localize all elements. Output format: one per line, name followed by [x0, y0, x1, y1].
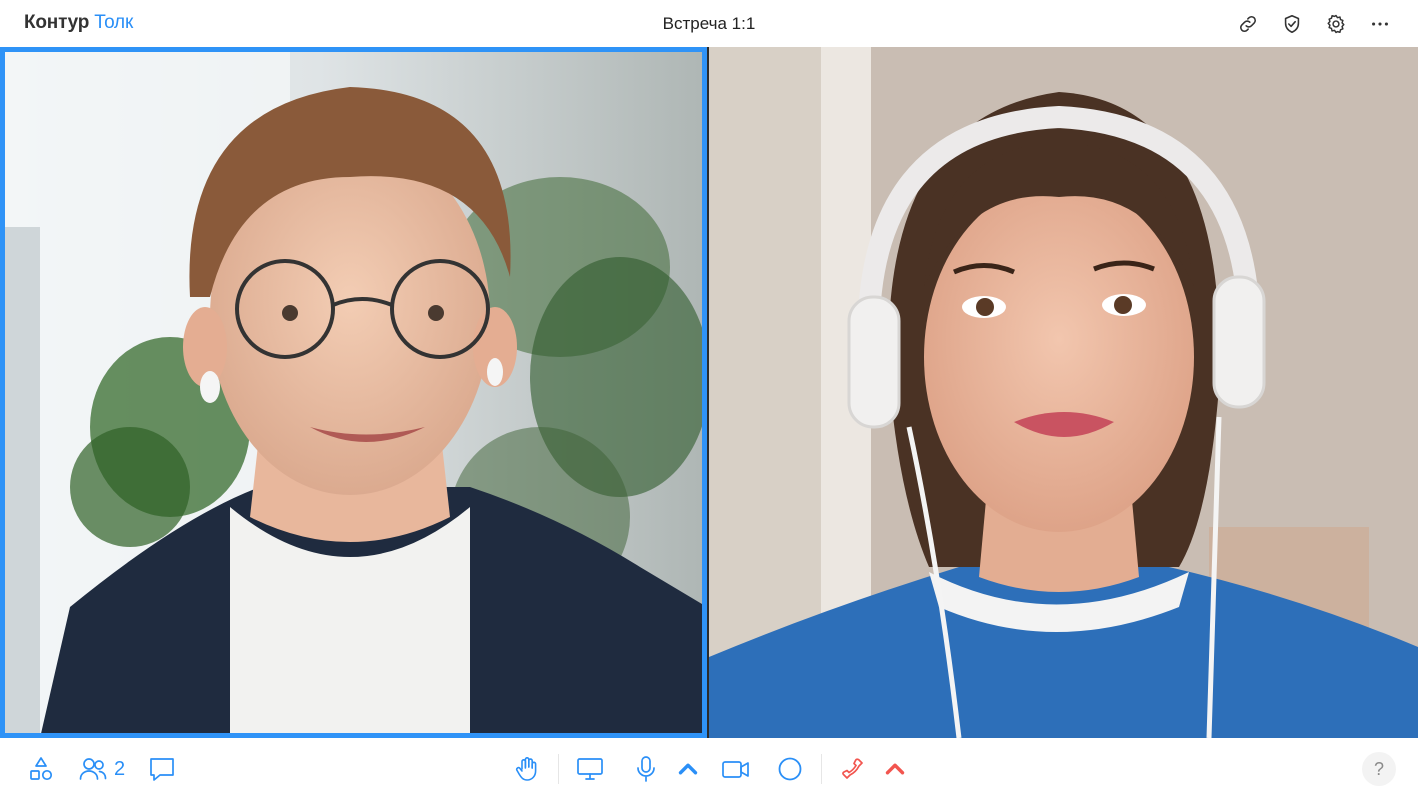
record-button[interactable]	[775, 752, 805, 786]
chevron-up-icon	[885, 763, 905, 775]
gear-icon	[1327, 14, 1345, 34]
copy-link-button[interactable]	[1232, 8, 1264, 40]
security-button[interactable]	[1276, 8, 1308, 40]
camera-icon	[722, 761, 749, 778]
microphone-button[interactable]	[631, 752, 661, 786]
microphone-icon	[637, 756, 655, 782]
participants-count: 2	[114, 757, 126, 780]
screen-share-icon	[577, 758, 603, 780]
meeting-title: Встреча 1:1	[662, 14, 756, 33]
hang-up-options-button[interactable]	[876, 752, 910, 786]
video-tile-participant-2[interactable]	[709, 47, 1418, 738]
chat-icon	[150, 758, 174, 781]
more-dots-icon	[1372, 22, 1388, 26]
chevron-up-icon	[678, 763, 698, 775]
microphone-options-button[interactable]	[669, 752, 703, 786]
hang-up-icon	[842, 758, 863, 779]
apps-button[interactable]	[26, 752, 56, 786]
top-bar: Контур Толк Встреча 1:1	[0, 0, 1418, 47]
toolbar-divider	[821, 754, 822, 784]
shield-check-icon	[1284, 14, 1300, 34]
camera-button[interactable]	[721, 752, 751, 786]
bottom-toolbar: 2 ?	[0, 738, 1418, 800]
chat-button[interactable]	[147, 752, 177, 786]
video-tile-participant-1[interactable]	[0, 47, 707, 738]
record-icon	[778, 757, 802, 781]
video-stage	[0, 47, 1418, 738]
toolbar-center-group	[512, 752, 910, 786]
screen-share-button[interactable]	[575, 752, 605, 786]
participant-1-video	[0, 47, 707, 738]
raise-hand-icon	[515, 757, 537, 781]
settings-button[interactable]	[1320, 8, 1352, 40]
more-button[interactable]	[1364, 8, 1396, 40]
participants-button[interactable]: 2	[78, 752, 125, 786]
raise-hand-button[interactable]	[512, 752, 542, 786]
help-button[interactable]: ?	[1362, 752, 1396, 786]
link-icon	[1240, 16, 1256, 32]
participants-icon	[79, 758, 107, 780]
participant-2-video	[709, 47, 1418, 738]
apps-icon	[30, 757, 53, 781]
toolbar-divider	[558, 754, 559, 784]
header-actions	[1232, 8, 1396, 40]
toolbar-left-group: 2	[26, 752, 177, 786]
hang-up-button[interactable]	[838, 752, 868, 786]
